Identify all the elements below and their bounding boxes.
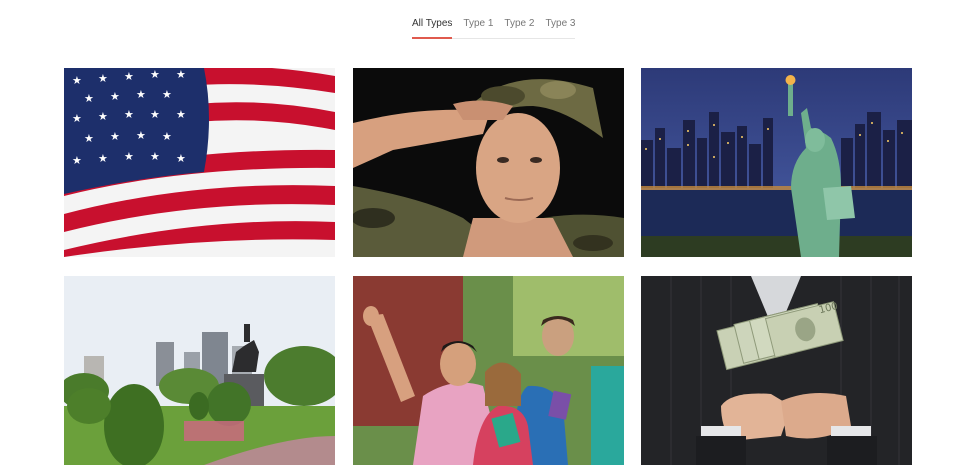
svg-text:★: ★ [124,108,134,121]
svg-text:★: ★ [84,92,94,105]
svg-text:★: ★ [150,150,160,163]
gallery-item-park[interactable] [64,276,335,465]
svg-text:★: ★ [72,154,82,167]
gallery-item-money[interactable]: 100 [641,276,912,465]
soldier-saluting-image [353,68,624,257]
svg-text:★: ★ [110,90,120,103]
svg-text:★: ★ [98,110,108,123]
tab-type-2[interactable]: Type 2 [504,17,534,38]
filter-tabs: All Types Type 1 Type 2 Type 3 [412,17,576,39]
svg-text:★: ★ [162,88,172,101]
svg-text:★: ★ [84,132,94,145]
svg-text:★: ★ [162,130,172,143]
svg-text:★: ★ [136,88,146,101]
svg-text:★: ★ [98,72,108,85]
svg-text:★: ★ [72,74,82,87]
svg-text:★: ★ [176,68,186,81]
svg-text:★: ★ [176,108,186,121]
gallery-item-soldier[interactable] [353,68,624,257]
cash-in-hands-image: 100 [641,276,912,465]
svg-text:★: ★ [136,129,146,142]
tab-type-1[interactable]: Type 1 [463,17,493,38]
svg-text:★: ★ [150,108,160,121]
american-flag-image: ★ ★ ★ ★ ★ ★ ★ ★ ★ ★ ★ ★ ★ ★ ★ ★ ★ ★ ★ ★ ★ ★ ★ [64,68,335,257]
gallery-item-flag[interactable]: ★ ★ ★ ★ ★ ★ ★ ★ ★ ★ ★ ★ ★ ★ ★ ★ ★ ★ ★ ★ ★ ★ ★ [64,68,335,257]
gallery-item-students[interactable] [353,276,624,465]
svg-text:★: ★ [176,152,186,165]
tab-type-3[interactable]: Type 3 [545,17,575,38]
svg-text:★: ★ [110,130,120,143]
svg-text:★: ★ [150,68,160,81]
park-statue-image [64,276,335,465]
gallery-item-liberty[interactable] [641,68,912,257]
svg-text:★: ★ [72,112,82,125]
statue-of-liberty-image [641,68,912,257]
students-cheering-image [353,276,624,465]
tab-all-types[interactable]: All Types [412,17,453,39]
svg-text:★: ★ [124,70,134,83]
svg-text:★: ★ [124,150,134,163]
svg-text:★: ★ [98,152,108,165]
